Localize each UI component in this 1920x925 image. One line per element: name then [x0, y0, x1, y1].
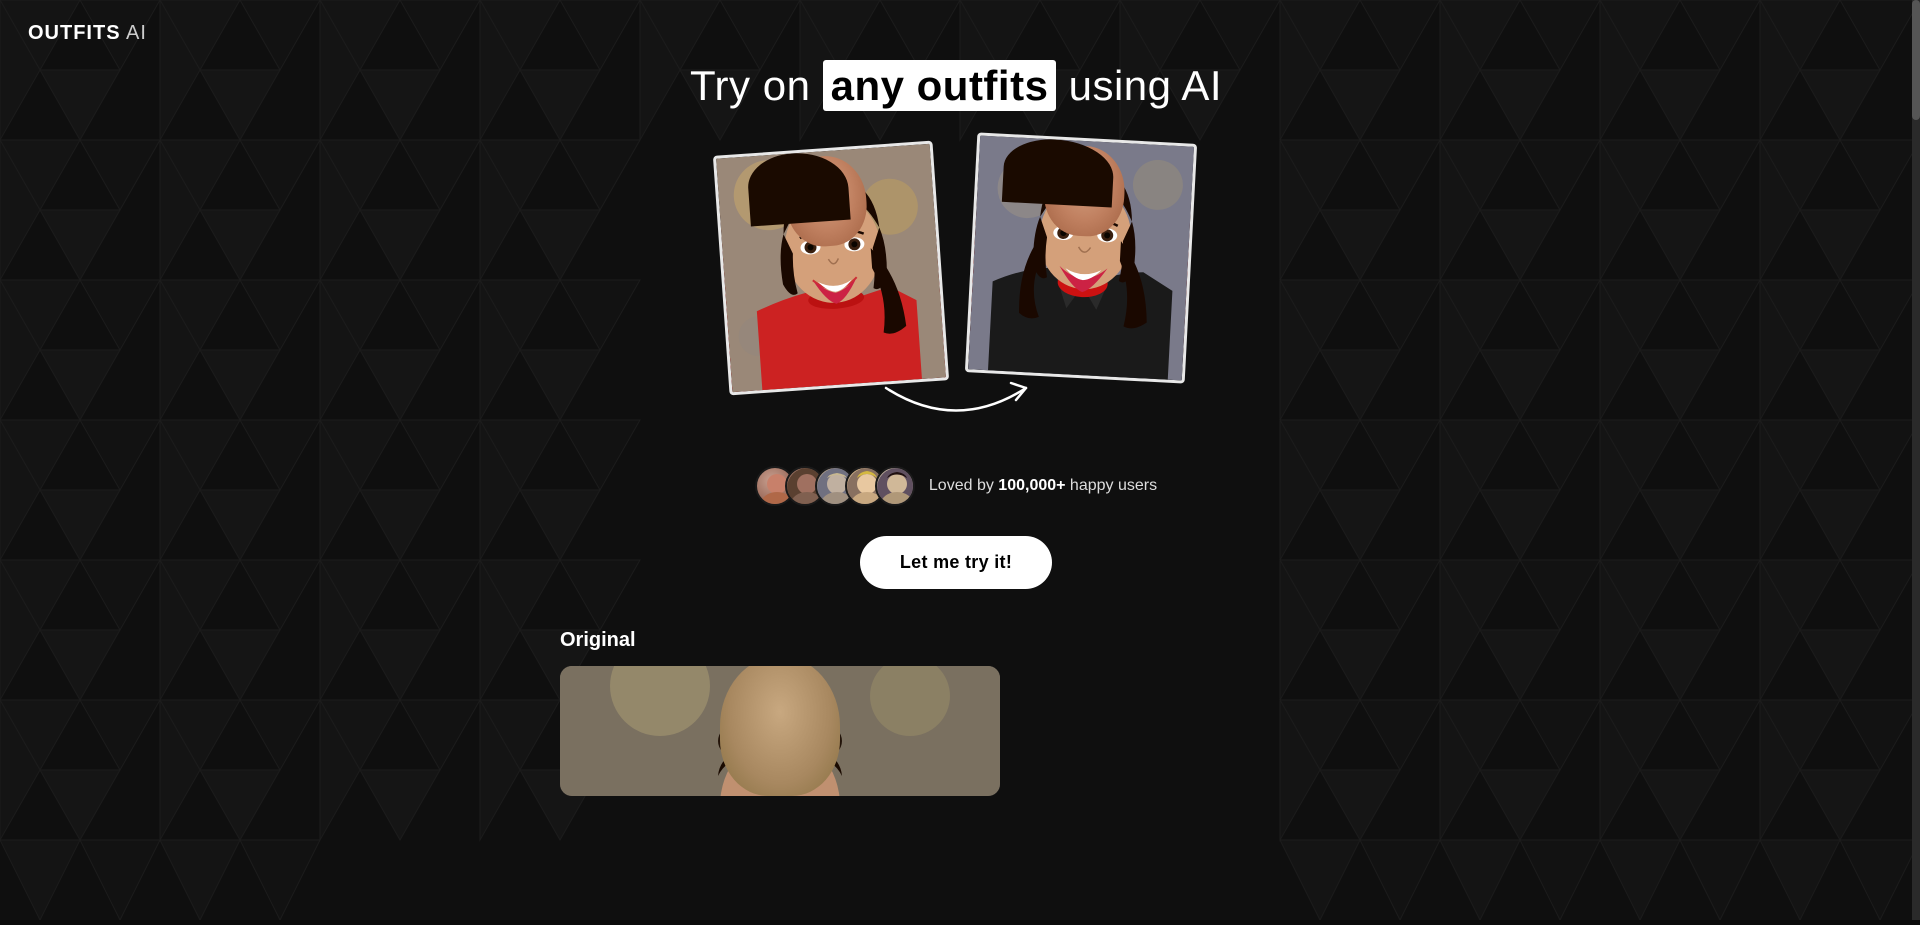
social-proof-suffix: happy users — [1065, 477, 1157, 494]
social-proof-text: Loved by 100,000+ happy users — [929, 477, 1157, 495]
hero-title: Try on any outfits using AI — [690, 62, 1222, 110]
social-proof: Loved by 100,000+ happy users — [755, 466, 1157, 506]
photo-before — [713, 141, 949, 396]
photo-after-content — [968, 136, 1194, 381]
photo-before-content — [716, 144, 946, 392]
original-section: Original — [0, 629, 1912, 796]
scrollbar-thumb[interactable] — [1912, 0, 1920, 120]
photo-after — [965, 132, 1197, 383]
hero-title-after: using AI — [1056, 62, 1222, 109]
avatar-5 — [875, 466, 915, 506]
original-photo-preview — [560, 666, 1000, 796]
scrollbar[interactable] — [1912, 0, 1920, 920]
social-proof-count: 100,000+ — [998, 477, 1065, 494]
hero-title-highlight: any outfits — [823, 60, 1057, 111]
main-content: Try on any outfits using AI — [0, 0, 1912, 920]
images-container — [721, 138, 1191, 388]
original-label: Original — [560, 629, 1912, 652]
avatars-group — [755, 466, 915, 506]
social-proof-prefix: Loved by — [929, 477, 998, 494]
hero-title-before: Try on — [690, 62, 823, 109]
cta-button[interactable]: Let me try it! — [860, 536, 1052, 589]
